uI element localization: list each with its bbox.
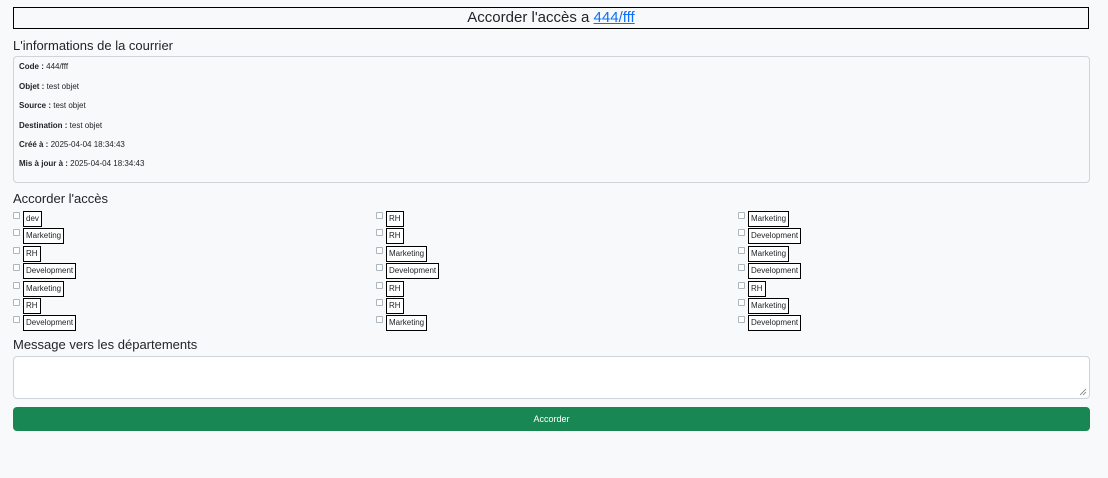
department-label: Marketing	[748, 298, 790, 314]
department-checkbox[interactable]	[738, 316, 745, 324]
department-checkbox[interactable]	[738, 264, 745, 272]
department-checkbox[interactable]	[13, 316, 20, 324]
page-title: Accorder l'accès a 444/fff	[13, 7, 1089, 29]
department-item[interactable]: Marketing	[738, 211, 790, 227]
department-checkbox[interactable]	[376, 229, 383, 237]
department-item[interactable]: RH	[13, 245, 41, 262]
department-item[interactable]: Marketing	[13, 280, 65, 297]
department-label: Marketing	[748, 245, 790, 262]
department-checkbox[interactable]	[738, 212, 745, 219]
department-checkbox[interactable]	[13, 229, 20, 237]
department-item[interactable]: Marketing	[376, 315, 428, 332]
department-label: Marketing	[23, 280, 65, 297]
department-checkbox[interactable]	[738, 299, 745, 306]
department-item[interactable]: RH	[13, 298, 41, 314]
department-label: RH	[23, 245, 41, 262]
department-label: Development	[23, 263, 77, 280]
department-label: RH	[386, 280, 404, 297]
department-checkbox[interactable]	[13, 212, 20, 219]
department-item[interactable]: RH	[376, 298, 404, 314]
department-item[interactable]: Development	[738, 263, 802, 280]
accorder-button[interactable]: Accorder	[13, 407, 1090, 431]
department-item[interactable]: Development	[13, 263, 77, 280]
department-item[interactable]: Development	[13, 315, 77, 332]
department-checkbox[interactable]	[13, 246, 20, 254]
department-label: RH	[748, 280, 766, 297]
info-source: Source : test objet	[19, 101, 86, 110]
department-label: Development	[23, 315, 77, 332]
department-checkbox[interactable]	[376, 281, 383, 289]
info-code: Code : 444/fff	[19, 62, 69, 71]
department-checkbox[interactable]	[13, 299, 20, 306]
department-item[interactable]: Marketing	[13, 228, 65, 245]
department-label: Marketing	[386, 315, 428, 332]
department-item[interactable]: RH	[376, 228, 404, 245]
department-checkbox[interactable]	[13, 264, 20, 272]
department-checkbox[interactable]	[376, 264, 383, 272]
department-checkbox[interactable]	[376, 316, 383, 324]
message-textarea[interactable]	[13, 356, 1090, 399]
department-item[interactable]: dev	[13, 211, 42, 227]
department-label: Marketing	[386, 245, 428, 262]
department-label: Development	[386, 263, 440, 280]
department-item[interactable]: Marketing	[376, 245, 428, 262]
department-item[interactable]: Marketing	[738, 245, 790, 262]
department-checkbox[interactable]	[13, 281, 20, 289]
department-checkbox[interactable]	[738, 229, 745, 237]
courrier-info-box: Code : 444/fff Objet : test objet Source…	[13, 56, 1090, 183]
info-heading: L'informations de la courrier	[13, 38, 173, 53]
info-destination: Destination : test objet	[19, 121, 103, 130]
department-label: Development	[748, 315, 802, 332]
department-item[interactable]: RH	[376, 280, 404, 297]
department-item[interactable]: Marketing	[738, 298, 790, 314]
department-checkbox[interactable]	[376, 246, 383, 254]
info-updated: Mis à jour à : 2025-04-04 18:34:43	[19, 159, 145, 168]
department-checkbox[interactable]	[376, 299, 383, 306]
resize-grip-icon[interactable]	[1079, 388, 1087, 396]
department-item[interactable]: Development	[738, 228, 802, 245]
department-label: RH	[386, 298, 404, 314]
department-label: Development	[748, 263, 802, 280]
department-checkbox[interactable]	[376, 212, 383, 219]
department-item[interactable]: RH	[738, 280, 766, 297]
department-item[interactable]: Development	[376, 263, 440, 280]
message-heading: Message vers les départements	[13, 337, 198, 352]
department-checkbox-grid: dev Marketing RH Development Marketing RH Deve…	[13, 211, 1090, 333]
department-label: Marketing	[23, 228, 65, 245]
department-label: dev	[23, 211, 42, 227]
access-heading: Accorder l'accès	[13, 191, 108, 206]
department-label: RH	[386, 211, 404, 227]
page-title-text: Accorder l'accès a	[467, 9, 594, 26]
department-checkbox[interactable]	[738, 281, 745, 289]
department-label: RH	[386, 228, 404, 245]
department-item[interactable]: Development	[738, 315, 802, 332]
department-label: RH	[23, 298, 41, 314]
info-created: Créé à : 2025-04-04 18:34:43	[19, 140, 125, 149]
courrier-code-link[interactable]: 444/fff	[594, 9, 635, 26]
department-item[interactable]: RH	[376, 211, 404, 227]
department-label: Development	[748, 228, 802, 245]
department-checkbox[interactable]	[738, 246, 745, 254]
department-label: Marketing	[748, 211, 790, 227]
info-objet: Objet : test objet	[19, 82, 80, 91]
